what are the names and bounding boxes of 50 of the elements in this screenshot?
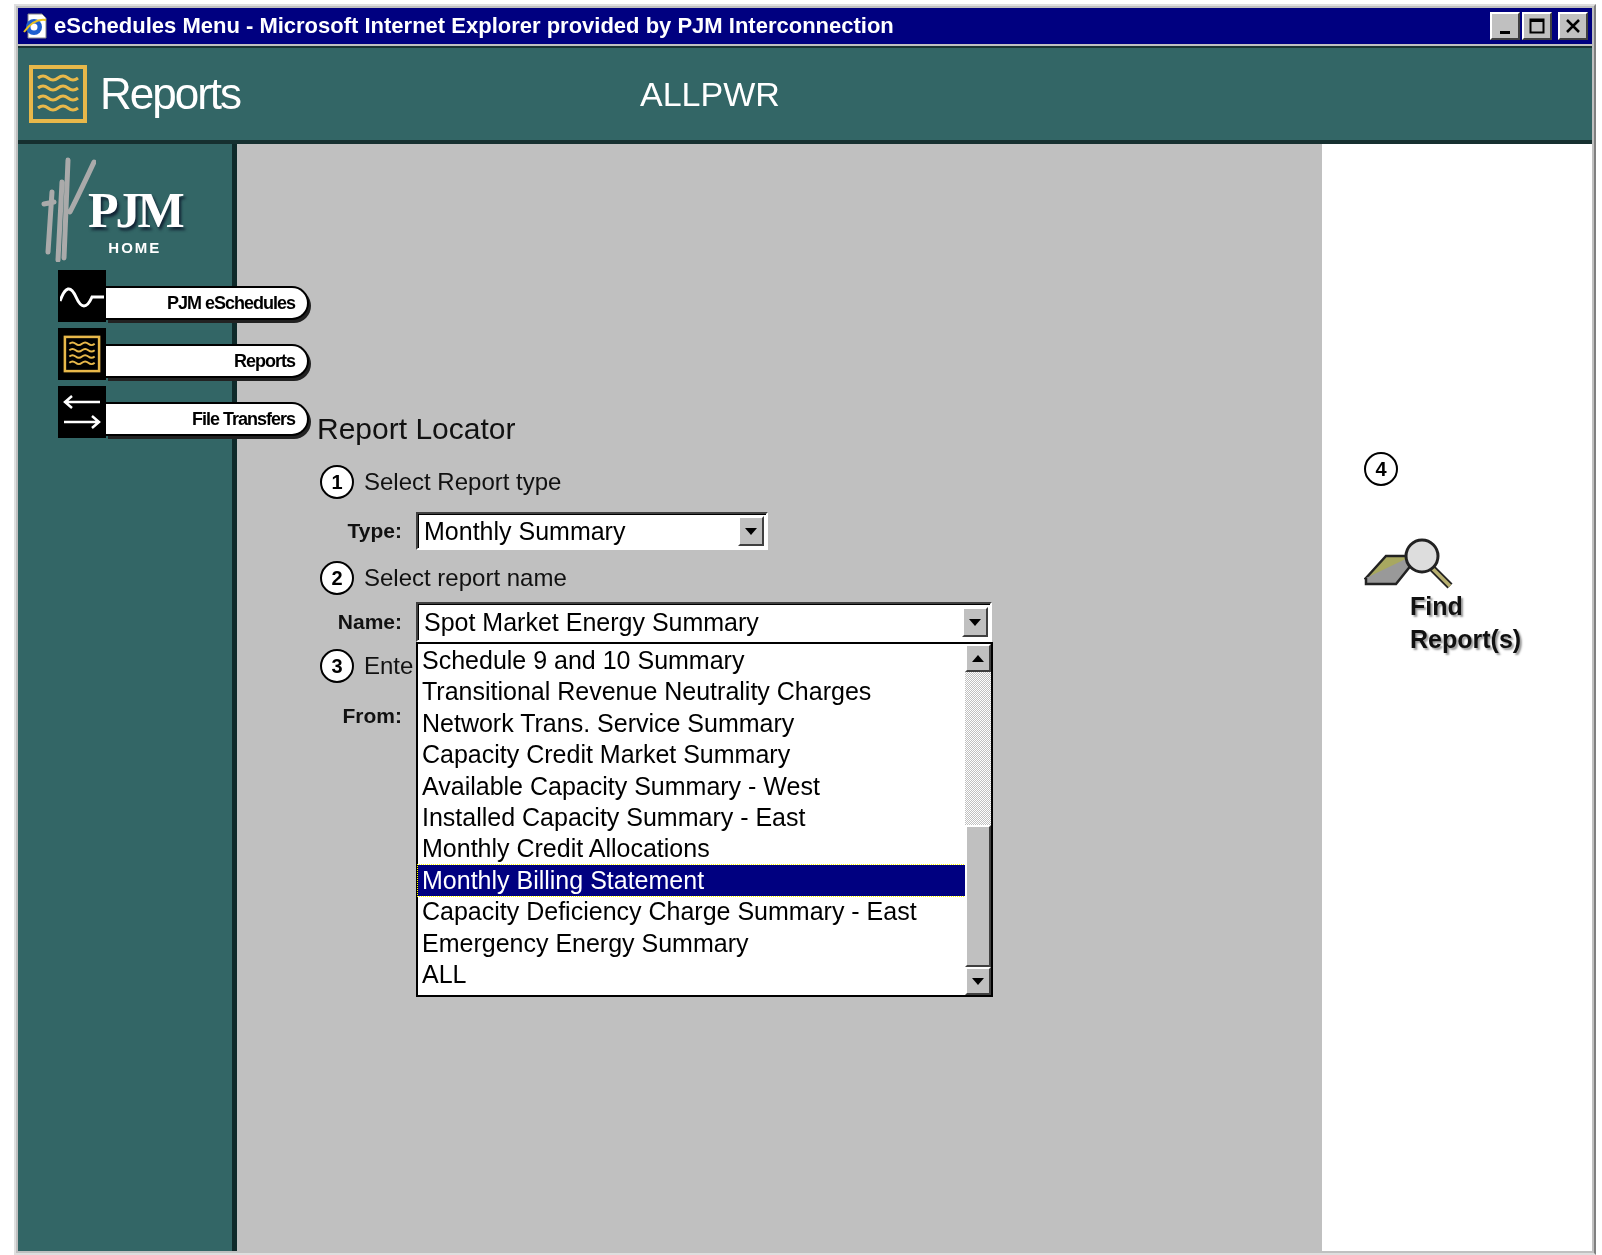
section-title: Reports — [100, 69, 242, 119]
dropdown-option[interactable]: Available Capacity Summary - West — [418, 770, 965, 802]
step-number: 1 — [320, 465, 354, 499]
logo-text[interactable]: PJM — [88, 185, 182, 235]
step-label: Select Report type — [364, 468, 562, 496]
field-label: Name: — [336, 610, 402, 634]
find-reports-link[interactable]: Find Report(s) — [1410, 590, 1540, 655]
window-title: eSchedules Menu - Microsoft Internet Explorer provided by PJM Interconnection — [54, 13, 895, 39]
dropdown-option[interactable]: Monthly Credit Allocations — [418, 833, 965, 865]
dropdown-option[interactable]: ALL — [418, 958, 965, 991]
minimize-icon — [1500, 30, 1510, 34]
type-select[interactable]: Monthly Summary — [416, 512, 768, 550]
locator-title: Report Locator — [317, 411, 517, 447]
caret-icon — [972, 977, 984, 985]
dropdown-option[interactable]: Schedule 9 and 10 Summary — [418, 645, 965, 677]
user-name: ALLPWR — [640, 74, 780, 114]
dropdown-option[interactable]: Capacity Deficiency Charge Summary - East — [418, 896, 965, 928]
caret-icon — [969, 618, 981, 626]
maximize-button[interactable] — [1522, 12, 1552, 40]
nav-link[interactable]: PJM eSchedules — [106, 286, 309, 320]
scroll-down-button[interactable] — [965, 967, 991, 995]
home-link[interactable]: HOME — [108, 239, 162, 256]
step-label: Ente — [364, 652, 414, 680]
nav-link[interactable]: File Transfers — [106, 402, 309, 436]
step-label: Select report name — [364, 564, 567, 592]
minimize-button[interactable] — [1490, 12, 1520, 40]
dropdown-option[interactable]: Monthly Billing Statement — [418, 864, 965, 897]
field-label: From: — [341, 704, 402, 728]
dropdown-option[interactable]: Transitional Revenue Neutrality Charges — [418, 676, 965, 708]
dropdown-option[interactable]: Emergency Energy Summary — [418, 927, 965, 959]
step-number: 3 — [320, 649, 354, 683]
caret-icon — [745, 527, 757, 535]
dropdown-option[interactable]: Network Trans. Service Summary — [418, 707, 965, 740]
scroll-thumb[interactable] — [965, 825, 991, 967]
scroll-up-button[interactable] — [965, 644, 991, 672]
caret-icon — [972, 654, 984, 662]
dropdown-option[interactable]: Capacity Credit Market Summary — [418, 739, 965, 771]
browser-icon — [22, 12, 48, 40]
step-number: 4 — [1364, 452, 1398, 486]
nav-link[interactable]: Reports — [106, 344, 309, 378]
close-icon — [1565, 18, 1581, 34]
field-label: Type: — [346, 519, 402, 543]
maximize-icon — [1529, 18, 1545, 34]
dropdown-option[interactable]: Installed Capacity Summary - East — [418, 801, 965, 834]
step-number: 2 — [320, 561, 354, 595]
report-icon — [63, 335, 101, 373]
report-icon — [28, 64, 88, 124]
arrows-icon — [62, 394, 102, 430]
close-button[interactable] — [1558, 12, 1588, 40]
scrollbar[interactable] — [965, 644, 991, 995]
